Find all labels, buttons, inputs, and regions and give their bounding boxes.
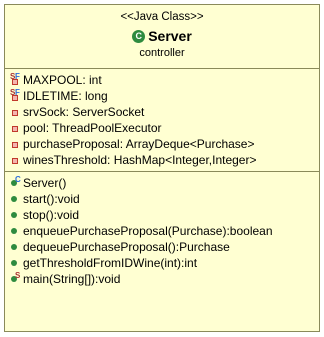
public-constructor-icon: C: [10, 176, 21, 190]
field-row-idletime[interactable]: SF IDLETIME: long: [10, 88, 319, 104]
private-field-icon: [10, 105, 21, 119]
method-label: Server(): [23, 176, 67, 190]
field-label: MAXPOOL: int: [23, 73, 102, 87]
package-label: controller: [139, 47, 185, 59]
field-row-pool[interactable]: pool: ThreadPoolExecutor: [10, 120, 319, 136]
method-row-enqueue[interactable]: enqueuePurchaseProposal(Purchase):boolea…: [10, 223, 319, 239]
class-header: <<Java Class>> C Server controller: [5, 5, 319, 69]
method-label: main(String[]):void: [23, 272, 121, 286]
method-row-main[interactable]: S main(String[]):void: [10, 271, 319, 287]
class-name: Server: [148, 28, 192, 44]
stereotype-label: <<Java Class>>: [120, 11, 204, 23]
methods-section: C Server() start():void stop():void enqu…: [5, 172, 319, 290]
public-method-icon: [10, 224, 21, 238]
field-row-maxpool[interactable]: SF MAXPOOL: int: [10, 72, 319, 88]
field-row-winesthreshold[interactable]: winesThreshold: HashMap<Integer,Integer>: [10, 152, 319, 168]
public-static-method-icon: S: [10, 272, 21, 286]
private-static-final-field-icon: SF: [10, 73, 21, 87]
private-field-icon: [10, 137, 21, 151]
public-method-icon: [10, 240, 21, 254]
private-field-icon: [10, 121, 21, 135]
method-label: enqueuePurchaseProposal(Purchase):boolea…: [23, 224, 273, 238]
method-row-constructor[interactable]: C Server(): [10, 175, 319, 191]
private-static-final-field-icon: SF: [10, 89, 21, 103]
uml-class-box[interactable]: <<Java Class>> C Server controller SF MA…: [4, 4, 320, 332]
public-method-icon: [10, 208, 21, 222]
method-row-start[interactable]: start():void: [10, 191, 319, 207]
public-method-icon: [10, 256, 21, 270]
method-row-getthreshold[interactable]: getThresholdFromIDWine(int):int: [10, 255, 319, 271]
field-label: srvSock: ServerSocket: [23, 105, 145, 119]
field-label: IDLETIME: long: [23, 89, 108, 103]
method-label: getThresholdFromIDWine(int):int: [23, 256, 198, 270]
public-method-icon: [10, 192, 21, 206]
method-row-dequeue[interactable]: dequeuePurchaseProposal():Purchase: [10, 239, 319, 255]
method-label: stop():void: [23, 208, 80, 222]
fields-section: SF MAXPOOL: int SF IDLETIME: long srvSoc…: [5, 69, 319, 172]
field-label: purchaseProposal: ArrayDeque<Purchase>: [23, 137, 255, 151]
method-row-stop[interactable]: stop():void: [10, 207, 319, 223]
method-label: start():void: [23, 192, 80, 206]
field-label: pool: ThreadPoolExecutor: [23, 121, 162, 135]
method-label: dequeuePurchaseProposal():Purchase: [23, 240, 230, 254]
class-icon: C: [132, 29, 146, 43]
private-field-icon: [10, 153, 21, 167]
field-row-srvsock[interactable]: srvSock: ServerSocket: [10, 104, 319, 120]
field-label: winesThreshold: HashMap<Integer,Integer>: [23, 153, 257, 167]
class-name-row: C Server: [5, 28, 319, 44]
field-row-purchaseproposal[interactable]: purchaseProposal: ArrayDeque<Purchase>: [10, 136, 319, 152]
